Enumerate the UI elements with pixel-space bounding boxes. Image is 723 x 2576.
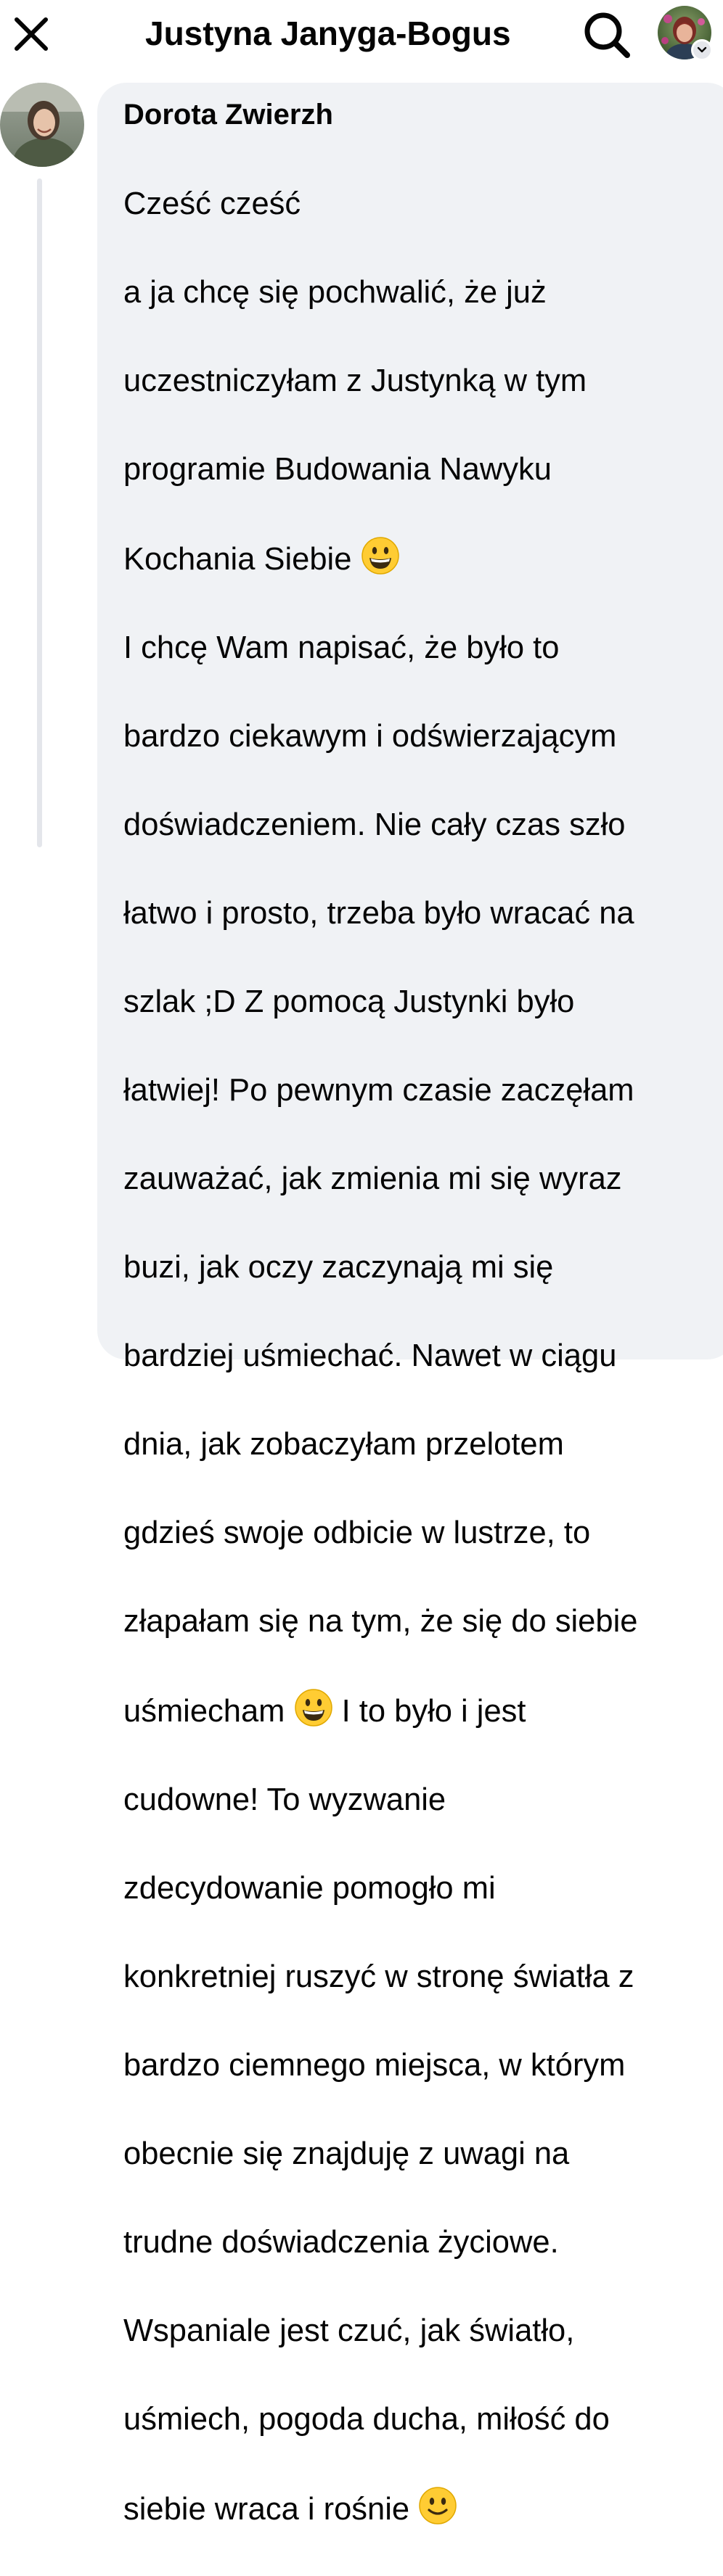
comment-line-with-emoji: uśmiecham I to było i jest bbox=[123, 1688, 697, 1734]
commenter-photo bbox=[0, 83, 84, 167]
comment-line: bardzo ciemnego miejsca, w którym bbox=[123, 2048, 626, 2083]
account-menu-button[interactable] bbox=[691, 39, 713, 61]
comment-line: doświadczeniem. Nie cały czas szło bbox=[123, 807, 626, 842]
comment-line: dnia, jak zobaczyłam przelotem bbox=[123, 1427, 564, 1462]
comment-line: bardziej uśmiechać. Nawet w ciągu bbox=[123, 1338, 617, 1373]
comment-line: Wspaniale jest czuć, jak światło, bbox=[123, 2313, 575, 2348]
search-icon bbox=[584, 12, 630, 58]
comment-line: szlak ;D Z pomocą Justynki było bbox=[123, 984, 575, 1019]
comment-line: Kochania Siebie bbox=[123, 542, 352, 577]
comment-line: uśmiecham bbox=[123, 1694, 285, 1729]
comment-line: złapałam się na tym, że się do siebie bbox=[123, 1604, 638, 1639]
comment-line: uczestniczyłam z Justynką w tym bbox=[123, 363, 587, 398]
comment-line: gdzieś swoje odbicie w lustrze, to bbox=[123, 1515, 591, 1550]
comment-text: Cześć cześć a ja chcę się pochwalić, że … bbox=[123, 138, 697, 2576]
top-bar: Justyna Janyga-Bogus bbox=[0, 0, 723, 73]
comment-line: buzi, jak oczy zaczynają mi się bbox=[123, 1250, 554, 1285]
comment-author[interactable]: Dorota Zwierzh bbox=[123, 96, 333, 133]
grinning-face-emoji bbox=[361, 537, 399, 575]
comment-line: zdecydowanie pomogło mi bbox=[123, 1871, 496, 1906]
close-button[interactable] bbox=[6, 9, 57, 59]
comment-line: Cześć cześć bbox=[123, 186, 301, 221]
commenter-avatar[interactable] bbox=[0, 83, 84, 167]
comment-line: uśmiech, pogoda ducha, miłość do bbox=[123, 2402, 610, 2437]
slightly-smiling-face-emoji bbox=[419, 2487, 457, 2524]
comment-line: obecnie się znajduję z uwagi na bbox=[123, 2136, 570, 2171]
grinning-face-emoji bbox=[294, 1689, 332, 1727]
comment-line: łatwo i prosto, trzeba było wracać na bbox=[123, 896, 634, 931]
comment-line-with-emoji: siebie wraca i rośnie bbox=[123, 2486, 697, 2532]
comment-line: konkretniej ruszyć w stronę światła z bbox=[123, 1959, 634, 1994]
comment-line: bardzo ciekawym i odświerzającym bbox=[123, 719, 617, 754]
comment-line: siebie wraca i rośnie bbox=[123, 2492, 410, 2527]
comment-line: I to było i jest bbox=[341, 1694, 526, 1729]
page-title: Justyna Janyga-Bogus bbox=[145, 15, 511, 52]
comment-line: zauważać, jak zmienia mi się wyraz bbox=[123, 1161, 622, 1196]
comment-line: cudowne! To wyzwanie bbox=[123, 1782, 446, 1817]
chevron-down-icon bbox=[697, 46, 707, 53]
close-icon bbox=[15, 17, 48, 51]
comment-line: łatwiej! Po pewnym czasie zaczęłam bbox=[123, 1073, 634, 1108]
comment-line-with-emoji: Kochania Siebie bbox=[123, 536, 697, 582]
comment-line: programie Budowania Nawyku bbox=[123, 452, 552, 487]
search-button[interactable] bbox=[578, 6, 636, 64]
comment-line: a ja chcę się pochwalić, że już bbox=[123, 275, 547, 310]
thread-line bbox=[37, 178, 42, 847]
comment-line: I chcę Wam napisać, że było to bbox=[123, 630, 560, 665]
comment-line: trudne doświadczenia życiowe. bbox=[123, 2225, 559, 2260]
